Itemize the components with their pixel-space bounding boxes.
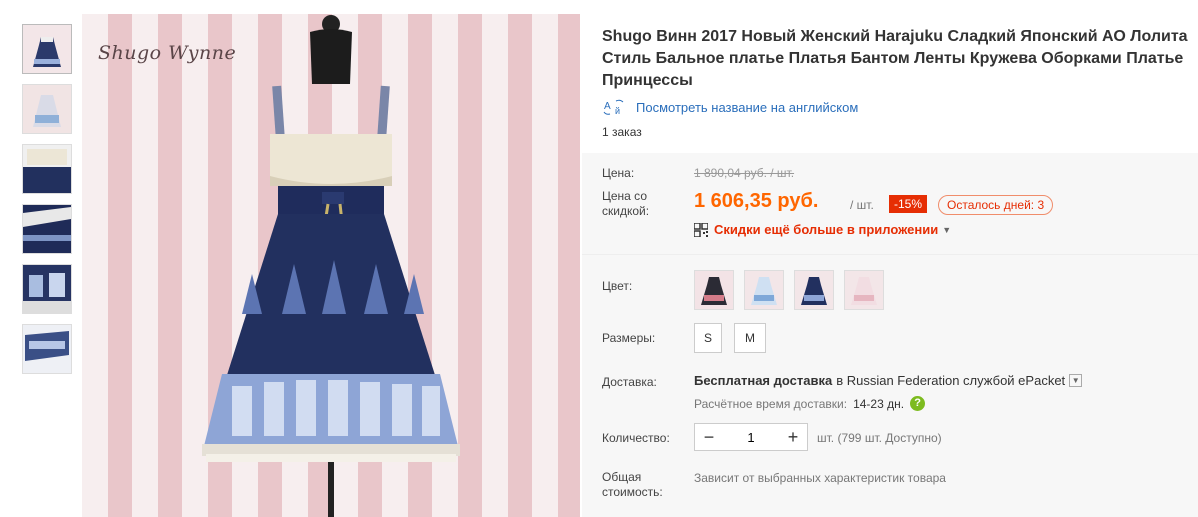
quantity-available: шт. (799 шт. Доступно) <box>817 431 942 445</box>
thumbnail-list <box>22 24 72 384</box>
options-panel: Цвет: Размеры: S M Доставка: Бесплатная … <box>582 254 1198 517</box>
free-delivery-text: Бесплатная доставка <box>694 373 833 388</box>
delivery-label: Доставка: <box>602 375 657 389</box>
color-swatch-3[interactable] <box>794 270 834 310</box>
brand-logo: Shugo Wynne <box>98 42 237 64</box>
qr-code-icon <box>694 222 708 237</box>
color-swatch-2[interactable] <box>744 270 784 310</box>
color-swatch-image <box>695 271 733 309</box>
dress-detail-image <box>23 265 71 313</box>
thumbnail-2[interactable] <box>22 84 72 134</box>
days-left-badge: Осталось дней: 3 <box>938 195 1054 215</box>
delivery-time-label: Расчётное время доставки: <box>694 396 848 411</box>
total-label: Общая стоимость: <box>602 470 663 499</box>
color-swatch-image <box>745 271 783 309</box>
thumbnail-1[interactable] <box>22 24 72 74</box>
app-promo-link[interactable]: Скидки ещё больше в приложении ▼ <box>694 222 951 237</box>
thumbnail-3[interactable] <box>22 144 72 194</box>
thumbnail-4[interactable] <box>22 204 72 254</box>
discount-badge: -15% <box>889 195 928 213</box>
translate-link-label: Посмотреть название на английском <box>636 99 859 115</box>
help-icon[interactable]: ? <box>910 396 926 411</box>
color-swatch-1[interactable] <box>694 270 734 310</box>
discount-price-label: Цена со скидкой: <box>602 189 650 218</box>
delivery-time: Расчётное время доставки: 14-23 дн. ? <box>694 396 926 411</box>
translate-link[interactable]: A й Посмотреть название на английском <box>602 98 858 116</box>
delivery-method: Бесплатная доставка в Russian Federation… <box>694 373 1083 388</box>
price-panel: Цена: 1 890,04 руб. / шт. Цена со скидко… <box>582 153 1198 254</box>
quantity-stepper: − + <box>694 423 808 451</box>
size-option-s[interactable]: S <box>694 323 722 353</box>
color-swatch-image <box>845 271 883 309</box>
app-promo-label: Скидки ещё больше в приложении <box>714 222 939 237</box>
delivery-destination: в Russian Federation службой ePacket <box>836 373 1066 388</box>
orders-count: 1 заказ <box>602 125 642 139</box>
svg-text:й: й <box>615 106 620 116</box>
dress-detail-image <box>23 205 71 253</box>
translate-icon: A й <box>603 99 624 116</box>
price-label: Цена: <box>602 166 635 180</box>
thumbnail-5[interactable] <box>22 264 72 314</box>
size-option-m[interactable]: M <box>734 323 766 353</box>
color-swatch-image <box>795 271 833 309</box>
plus-icon[interactable]: + <box>779 424 807 450</box>
main-product-image[interactable]: Shugo Wynne <box>82 14 580 517</box>
dress-image <box>202 15 460 517</box>
delivery-dropdown-icon[interactable]: ▼ <box>1069 374 1083 387</box>
dress-detail-image <box>23 325 71 373</box>
dress-thumbnail-image <box>23 85 71 133</box>
price-unit: / шт. <box>850 198 874 212</box>
product-title: Shugo Винн 2017 Новый Женский Harajuku С… <box>602 28 1188 89</box>
quantity-input[interactable] <box>723 429 779 445</box>
svg-text:A: A <box>604 101 611 112</box>
original-price: 1 890,04 руб. / шт. <box>694 166 795 180</box>
color-label: Цвет: <box>602 279 633 293</box>
thumbnail-6[interactable] <box>22 324 72 374</box>
minus-icon[interactable]: − <box>695 424 723 450</box>
color-swatch-4[interactable] <box>844 270 884 310</box>
delivery-time-value: 14-23 дн. <box>853 396 905 411</box>
quantity-label: Количество: <box>602 431 670 445</box>
dress-detail-image <box>23 145 71 193</box>
chevron-down-icon: ▼ <box>942 224 952 235</box>
sizes-label: Размеры: <box>602 331 656 345</box>
dress-thumbnail-image <box>23 25 71 73</box>
total-value: Зависит от выбранных характеристик товар… <box>694 471 946 485</box>
discounted-price: 1 606,35 руб. <box>694 190 819 212</box>
